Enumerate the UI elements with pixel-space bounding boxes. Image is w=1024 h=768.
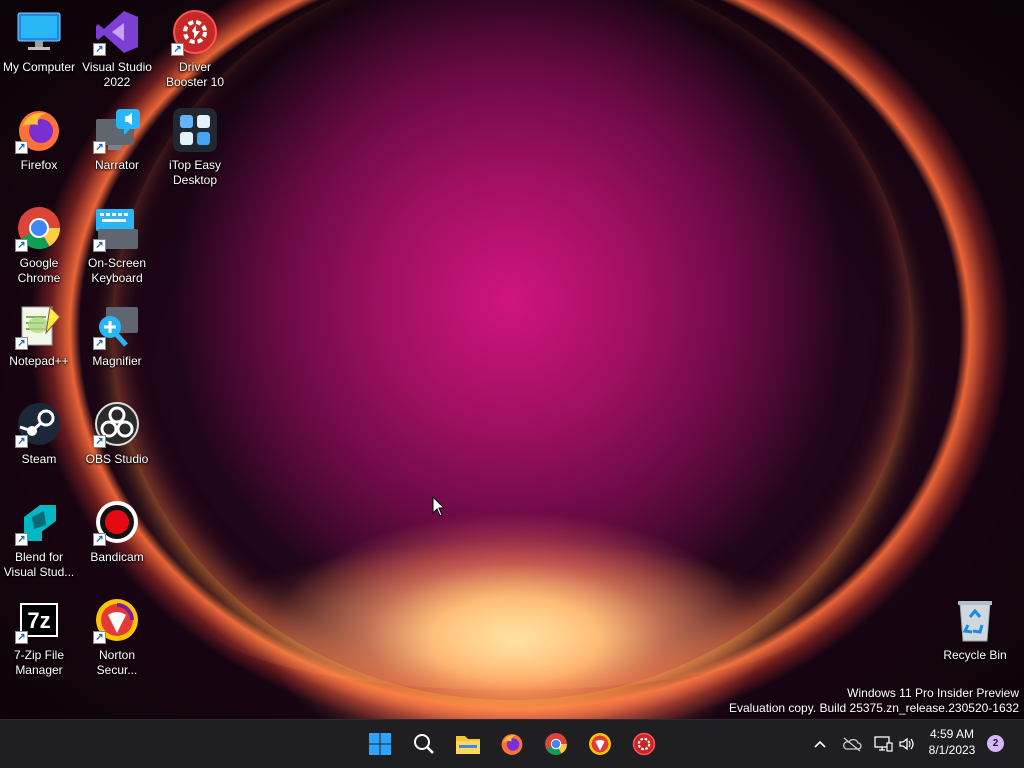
blend-icon: ↗ — [15, 498, 63, 546]
desktop-icon-firefox[interactable]: ↗ Firefox — [1, 102, 77, 198]
desktop-icon-label: Magnifier — [92, 354, 142, 368]
taskbar-norton[interactable] — [584, 728, 616, 760]
magnifier-icon: ↗ — [93, 302, 141, 350]
desktop-icon-bandicam[interactable]: ↗ Bandicam — [79, 494, 155, 590]
desktop-icon-label: 7-Zip File Manager — [13, 648, 64, 677]
desktop-icon-norton[interactable]: ↗ Norton Secur... — [79, 592, 155, 688]
volume-tray-button[interactable] — [897, 734, 917, 754]
desktop-icon-driver-booster[interactable]: ↗ Driver Booster 10 — [157, 4, 233, 100]
notepadpp-icon: ↗ — [15, 302, 63, 350]
search-icon — [414, 734, 434, 754]
firefox-icon: ↗ — [15, 106, 63, 154]
narrator-icon: ↗ — [93, 106, 141, 154]
network-icon — [874, 736, 893, 752]
desktop-icon-itop-easy-desktop[interactable]: iTop Easy Desktop — [157, 102, 233, 198]
desktop-icon-label: Firefox — [20, 158, 58, 172]
taskbar-chrome[interactable] — [540, 728, 572, 760]
notification-badge[interactable]: 2 — [987, 735, 1004, 752]
monitor-icon — [15, 8, 63, 56]
desktop-icon-google-chrome[interactable]: ↗ Google Chrome — [1, 200, 77, 296]
onedrive-offline-icon — [843, 737, 862, 752]
clock-date: 8/1/2023 — [928, 743, 976, 757]
desktop-icon-magnifier[interactable]: ↗ Magnifier — [79, 298, 155, 394]
obs-studio-icon: ↗ — [93, 400, 141, 448]
desktop-icon-narrator[interactable]: ↗ Narrator — [79, 102, 155, 198]
chrome-icon: ↗ — [15, 204, 63, 252]
taskbar: 4:59 AM 8/1/2023 2 — [0, 719, 1024, 768]
recycle-bin-icon — [951, 596, 999, 644]
desktop-icon-label: Recycle Bin — [943, 648, 1007, 662]
seven-zip-icon: 7z ↗ — [15, 596, 63, 644]
taskbar-driver-booster[interactable] — [628, 728, 660, 760]
desktop-icon-notepadpp[interactable]: ↗ Notepad++ — [1, 298, 77, 394]
desktop-icon-label: iTop Easy Desktop — [168, 158, 222, 187]
desktop-icon-label: Driver Booster 10 — [165, 60, 225, 89]
chevron-up-icon — [814, 740, 826, 748]
onedrive-tray-button[interactable] — [842, 734, 862, 754]
itop-easy-desktop-icon — [171, 106, 219, 154]
mouse-cursor-icon — [432, 495, 446, 523]
bandicam-icon: ↗ — [93, 498, 141, 546]
norton-icon — [589, 733, 611, 755]
svg-text:7z: 7z — [27, 608, 50, 633]
taskbar-clock[interactable]: 4:59 AM 8/1/2023 — [922, 726, 982, 758]
desktop-icon-label: OBS Studio — [85, 452, 149, 466]
desktop-icon-my-computer[interactable]: My Computer — [1, 4, 77, 100]
norton-icon: ↗ — [93, 596, 141, 644]
desktop-icon-label: Notepad++ — [9, 354, 69, 368]
desktop-icon-label: Norton Secur... — [96, 648, 138, 677]
driver-booster-icon: ↗ — [171, 8, 219, 56]
firefox-icon — [501, 734, 523, 755]
windows-watermark: Windows 11 Pro Insider Preview Evaluatio… — [729, 686, 1019, 716]
watermark-build: Evaluation copy. Build 25375.zn_release.… — [729, 701, 1019, 715]
clock-time: 4:59 AM — [929, 727, 975, 741]
show-hidden-icons-button[interactable] — [810, 734, 830, 754]
taskbar-firefox[interactable] — [496, 728, 528, 760]
chrome-icon — [545, 733, 567, 755]
desktop-icon-label: Bandicam — [90, 550, 144, 564]
start-icon — [369, 733, 391, 755]
desktop-icon-label: Steam — [21, 452, 57, 466]
desktop-icon-on-screen-keyboard[interactable]: ↗ On-Screen Keyboard — [79, 200, 155, 296]
desktop-icon-label: Visual Studio 2022 — [82, 60, 152, 89]
volume-icon — [899, 737, 914, 751]
desktop-icon-label: My Computer — [2, 60, 76, 74]
network-tray-button[interactable] — [873, 734, 893, 754]
search-button[interactable] — [408, 728, 440, 760]
start-button[interactable] — [364, 728, 396, 760]
desktop-icon-label: Google Chrome — [17, 256, 61, 285]
desktop-icon-label: On-Screen Keyboard — [87, 256, 147, 285]
desktop-icon-label: Narrator — [94, 158, 139, 172]
desktop-icon-blend[interactable]: ↗ Blend for Visual Stud... — [1, 494, 77, 590]
desktop-icon-recycle-bin[interactable]: Recycle Bin — [937, 592, 1013, 688]
desktop-icon-obs-studio[interactable]: ↗ OBS Studio — [79, 396, 155, 492]
on-screen-keyboard-icon: ↗ — [93, 204, 141, 252]
taskbar-file-explorer[interactable] — [452, 728, 484, 760]
visual-studio-icon: ↗ — [93, 8, 141, 56]
desktop-icon-label: Blend for Visual Stud... — [3, 550, 75, 579]
watermark-edition: Windows 11 Pro Insider Preview — [847, 686, 1019, 700]
desktop-icon-7zip[interactable]: 7z ↗ 7-Zip File Manager — [1, 592, 77, 688]
desktop-icon-visual-studio[interactable]: ↗ Visual Studio 2022 — [79, 4, 155, 100]
steam-icon: ↗ — [15, 400, 63, 448]
file-explorer-icon — [456, 736, 480, 754]
wallpaper-glow-bottom — [200, 540, 820, 690]
driver-booster-icon — [632, 732, 656, 756]
desktop-icon-steam[interactable]: ↗ Steam — [1, 396, 77, 492]
